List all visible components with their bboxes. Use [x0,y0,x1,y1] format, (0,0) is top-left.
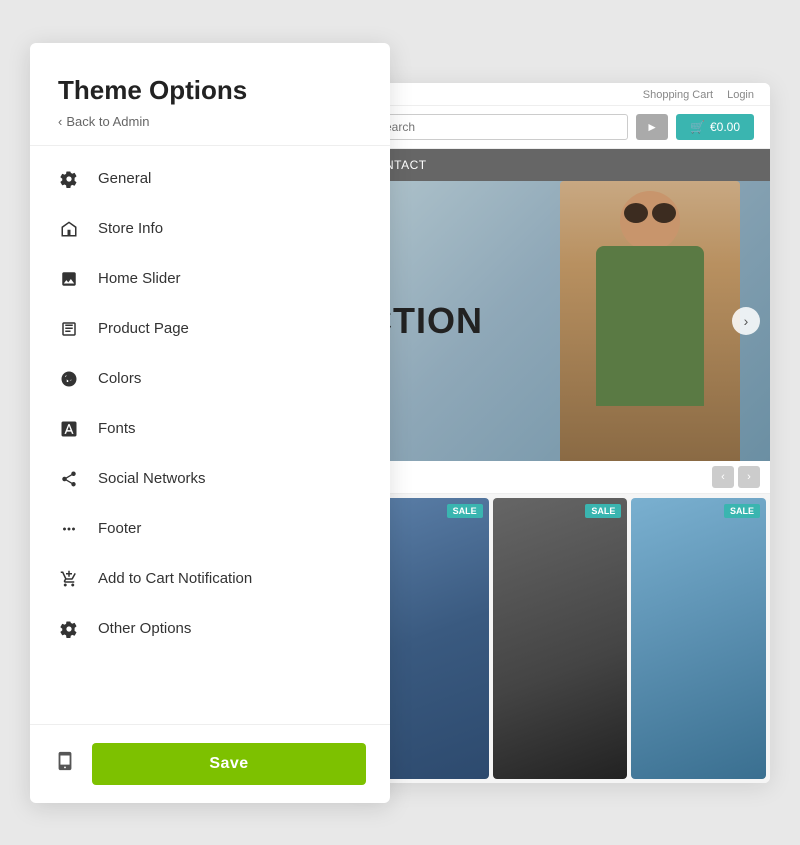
save-button[interactable]: Save [92,743,366,785]
preview-search-input[interactable] [366,114,628,140]
product-icon [58,318,80,340]
sidebar: Theme Options ‹ Back to Admin General St… [30,43,390,803]
social-networks-label: Social Networks [98,470,206,487]
cart-total: €0.00 [710,120,740,134]
preview-topbar: Shopping Cart Login [350,83,770,106]
product-image-3 [631,498,766,779]
store-preview: Shopping Cart Login ► 🛒 €0.00 CONTACT CT… [350,83,770,783]
search-button[interactable]: ► [636,114,668,140]
product-card-2[interactable]: SALE [493,498,628,779]
sidebar-title: Theme Options [58,75,362,106]
preview-search-row: ► 🛒 €0.00 [350,106,770,149]
image-icon [58,268,80,290]
sidebar-item-general[interactable]: General [30,154,390,204]
sidebar-footer: Save [30,724,390,803]
back-to-admin-link[interactable]: ‹ Back to Admin [58,114,362,129]
sidebar-item-product-page[interactable]: Product Page [30,304,390,354]
shopping-cart-link[interactable]: Shopping Cart [643,89,713,101]
sidebar-nav: General Store Info Home Slider [30,146,390,724]
sale-badge-2: SALE [585,504,621,518]
preview-hero: CTION › [350,181,770,461]
store-icon [58,218,80,240]
mobile-icon [54,750,76,778]
share-icon [58,468,80,490]
back-label: Back to Admin [66,114,149,129]
login-link[interactable]: Login [727,89,754,101]
sidebar-item-fonts[interactable]: Fonts [30,404,390,454]
add-to-cart-label: Add to Cart Notification [98,570,252,587]
gear-alt-icon [58,618,80,640]
cart-icon [58,568,80,590]
product-page-label: Product Page [98,320,189,337]
sale-badge-3: SALE [724,504,760,518]
store-info-label: Store Info [98,220,163,237]
sidebar-item-other-options[interactable]: Other Options [30,604,390,654]
preview-products: SALE SALE SALE [350,494,770,783]
sidebar-item-add-to-cart[interactable]: Add to Cart Notification [30,554,390,604]
font-icon [58,418,80,440]
home-slider-label: Home Slider [98,270,181,287]
next-button[interactable]: › [738,466,760,488]
dots-icon [58,518,80,540]
sidebar-item-footer[interactable]: Footer [30,504,390,554]
prev-button[interactable]: ‹ [712,466,734,488]
cart-icon: 🛒 [690,120,705,134]
general-label: General [98,170,151,187]
product-image-2 [493,498,628,779]
sidebar-item-social-networks[interactable]: Social Networks [30,454,390,504]
footer-label: Footer [98,520,141,537]
other-options-label: Other Options [98,620,191,637]
colors-label: Colors [98,370,141,387]
sale-badge-1: SALE [447,504,483,518]
hero-next-button[interactable]: › [732,307,760,335]
sidebar-item-colors[interactable]: Colors [30,354,390,404]
drop-icon [58,368,80,390]
hero-glasses [624,203,676,223]
sidebar-item-store-info[interactable]: Store Info [30,204,390,254]
preview-nav: CONTACT [350,149,770,181]
gear-icon [58,168,80,190]
hero-figure [560,181,740,461]
cart-button[interactable]: 🛒 €0.00 [676,114,754,140]
product-card-3[interactable]: SALE [631,498,766,779]
fonts-label: Fonts [98,420,136,437]
sidebar-item-home-slider[interactable]: Home Slider [30,254,390,304]
sidebar-header: Theme Options ‹ Back to Admin [30,43,390,146]
preview-product-nav: ‹ › [350,461,770,494]
chevron-left-icon: ‹ [58,114,62,129]
